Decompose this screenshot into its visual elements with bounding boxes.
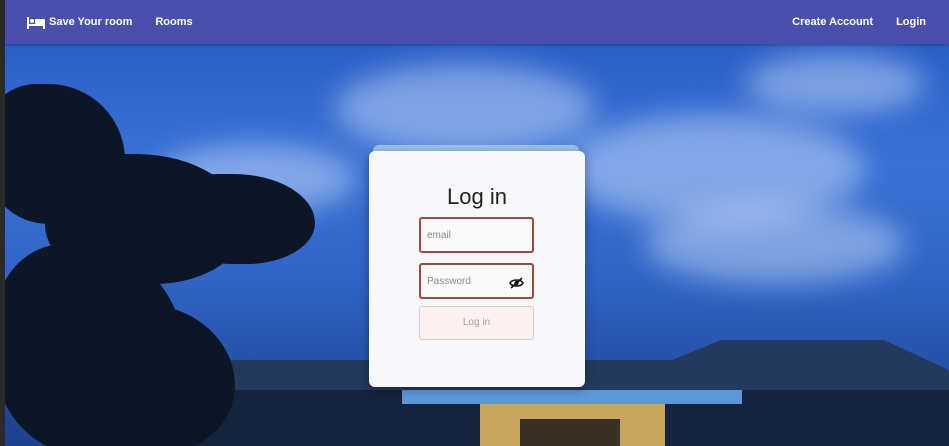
nav-right-group: Create Account Login xyxy=(792,16,926,28)
top-navbar: Save Your room Rooms Create Account Logi… xyxy=(5,0,949,44)
brand-link[interactable]: Save Your room xyxy=(27,16,133,29)
nav-link-rooms[interactable]: Rooms xyxy=(155,16,192,28)
bed-icon xyxy=(27,16,45,29)
login-title: Log in xyxy=(447,184,507,209)
password-field xyxy=(419,263,534,299)
nav-link-create-account[interactable]: Create Account xyxy=(792,16,873,28)
email-input[interactable] xyxy=(421,219,532,251)
login-card: Log in Log in xyxy=(369,151,585,387)
nav-link-login[interactable]: Login xyxy=(896,16,926,28)
login-submit-button[interactable]: Log in xyxy=(419,306,534,340)
brand-label: Save Your room xyxy=(49,16,133,28)
eye-off-icon[interactable] xyxy=(509,276,524,289)
email-field xyxy=(419,217,534,253)
